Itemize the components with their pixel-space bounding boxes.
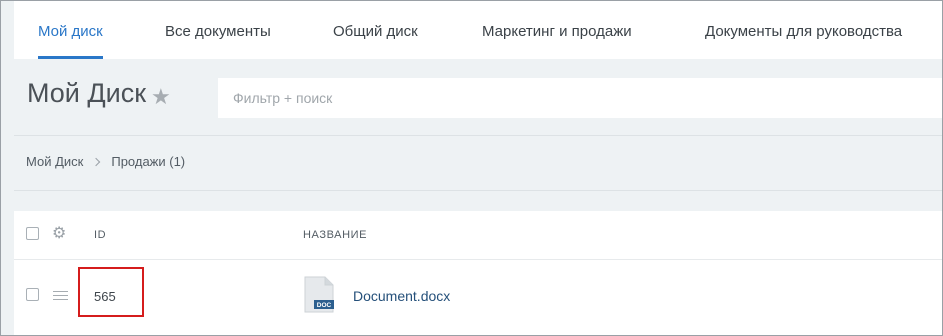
breadcrumb-item-my-drive[interactable]: Мой Диск bbox=[26, 154, 83, 169]
search-input[interactable] bbox=[218, 78, 942, 118]
file-table: ⚙ ID НАЗВАНИЕ 565 DOC Document.docx bbox=[14, 211, 942, 336]
top-tab-bar: Мой диск Все документы Общий диск Маркет… bbox=[14, 1, 942, 59]
row-checkbox[interactable] bbox=[26, 288, 39, 301]
tab-label: Мой диск bbox=[38, 23, 103, 40]
tab-all-documents[interactable]: Все документы bbox=[165, 1, 271, 59]
select-all-checkbox[interactable] bbox=[26, 227, 39, 240]
tab-management-documents[interactable]: Документы для руководства bbox=[705, 1, 902, 59]
column-header-name[interactable]: НАЗВАНИЕ bbox=[303, 229, 367, 241]
tab-marketing-sales[interactable]: Маркетинг и продажи bbox=[482, 1, 632, 59]
tab-shared-drive[interactable]: Общий диск bbox=[333, 1, 418, 59]
docx-file-icon: DOC bbox=[304, 276, 334, 313]
divider bbox=[14, 190, 942, 191]
table-header: ⚙ ID НАЗВАНИЕ bbox=[14, 211, 942, 260]
tab-label: Все документы bbox=[165, 23, 271, 40]
row-menu-icon[interactable] bbox=[53, 291, 68, 300]
breadcrumb-item-sales[interactable]: Продажи (1) bbox=[111, 154, 185, 169]
active-tab-indicator bbox=[38, 56, 103, 59]
tab-my-drive[interactable]: Мой диск bbox=[38, 1, 103, 59]
highlight-box bbox=[78, 267, 144, 317]
chevron-right-icon bbox=[92, 157, 101, 166]
page-title: Мой Диск bbox=[27, 78, 147, 108]
divider bbox=[14, 135, 942, 136]
tab-label: Маркетинг и продажи bbox=[482, 23, 632, 40]
star-icon[interactable]: ★ bbox=[151, 84, 171, 110]
table-row[interactable]: 565 DOC Document.docx bbox=[14, 260, 942, 330]
tab-label: Общий диск bbox=[333, 23, 418, 40]
column-header-id[interactable]: ID bbox=[94, 229, 106, 241]
file-badge: DOC bbox=[317, 302, 332, 309]
tab-label: Документы для руководства bbox=[705, 23, 903, 40]
file-name-link[interactable]: Document.docx bbox=[353, 288, 450, 304]
breadcrumb: Мой Диск Продажи (1) bbox=[26, 154, 185, 169]
gear-icon[interactable]: ⚙ bbox=[52, 225, 66, 243]
